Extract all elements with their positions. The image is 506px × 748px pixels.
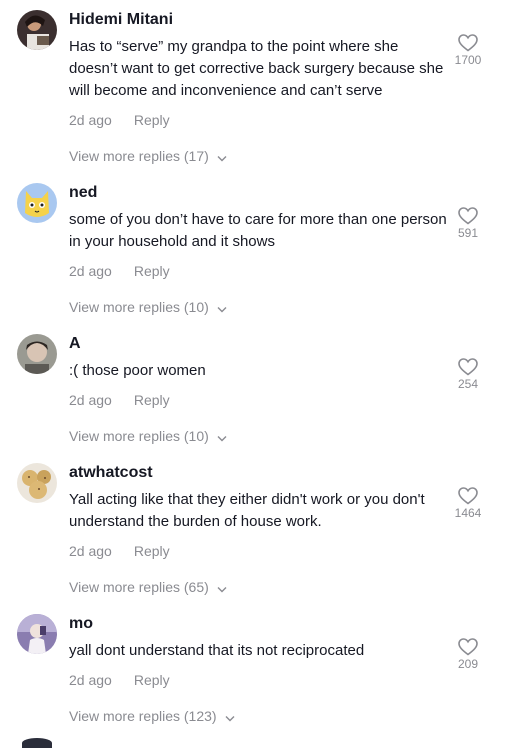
heart-outline-icon <box>458 358 478 376</box>
reply-button[interactable]: Reply <box>134 111 170 129</box>
view-more-replies-button[interactable]: View more replies (123) <box>69 707 235 726</box>
like-button[interactable]: 209 <box>440 638 496 671</box>
comment-username[interactable]: ned <box>69 183 97 203</box>
comment-meta: 2d ago Reply <box>69 262 170 280</box>
view-more-replies-label: View more replies (10) <box>69 428 209 444</box>
comment-timestamp: 2d ago <box>69 672 112 688</box>
reply-button[interactable]: Reply <box>134 262 170 280</box>
comment-text: yall dont understand that its not recipr… <box>69 642 365 659</box>
reply-button[interactable]: Reply <box>134 542 170 560</box>
like-button[interactable]: 1464 <box>440 487 496 520</box>
comment-username[interactable]: atwhatcost <box>69 463 153 483</box>
view-more-replies-label: View more replies (65) <box>69 579 209 595</box>
avatar[interactable] <box>17 334 57 374</box>
comment-timestamp: 2d ago <box>69 392 112 408</box>
view-more-replies-label: View more replies (10) <box>69 299 209 315</box>
comment-text: :( those poor women <box>69 362 206 379</box>
comment-meta: 2d ago Reply <box>69 111 170 129</box>
like-count: 209 <box>457 657 479 671</box>
view-more-replies-label: View more replies (123) <box>69 708 217 724</box>
like-button[interactable]: 254 <box>440 358 496 391</box>
reply-button[interactable]: Reply <box>134 671 170 689</box>
like-count: 591 <box>457 226 479 240</box>
avatar[interactable] <box>17 614 57 654</box>
like-button[interactable]: 591 <box>440 207 496 240</box>
comment-timestamp: 2d ago <box>69 263 112 279</box>
comment-text: Has to “serve” my grandpa to the point w… <box>69 38 444 99</box>
heart-outline-icon <box>458 487 478 505</box>
chevron-down-icon <box>225 708 235 726</box>
avatar[interactable] <box>17 463 57 503</box>
heart-outline-icon <box>458 638 478 656</box>
chevron-down-icon <box>217 428 227 446</box>
comment-username[interactable]: mo <box>69 614 93 634</box>
avatar[interactable] <box>22 738 52 748</box>
like-button[interactable]: 1700 <box>440 34 496 67</box>
comment-meta: 2d ago Reply <box>69 671 170 689</box>
view-more-replies-button[interactable]: View more replies (10) <box>69 427 227 446</box>
view-more-replies-button[interactable]: View more replies (17) <box>69 147 227 166</box>
view-more-replies-button[interactable]: View more replies (10) <box>69 298 227 317</box>
comment-text: some of you don’t have to care for more … <box>69 211 447 250</box>
avatar[interactable] <box>17 183 57 223</box>
heart-outline-icon <box>458 34 478 52</box>
view-more-replies-button[interactable]: View more replies (65) <box>69 578 227 597</box>
chevron-down-icon <box>217 148 227 166</box>
chevron-down-icon <box>217 299 227 317</box>
avatar[interactable] <box>17 10 57 50</box>
reply-button[interactable]: Reply <box>134 391 170 409</box>
comment-timestamp: 2d ago <box>69 112 112 128</box>
like-count: 254 <box>457 377 479 391</box>
comment-text: Yall acting like that they either didn't… <box>69 491 425 530</box>
heart-outline-icon <box>458 207 478 225</box>
comment-meta: 2d ago Reply <box>69 391 170 409</box>
like-count: 1700 <box>454 53 482 67</box>
chevron-down-icon <box>217 579 227 597</box>
comment-timestamp: 2d ago <box>69 543 112 559</box>
like-count: 1464 <box>454 506 482 520</box>
view-more-replies-label: View more replies (17) <box>69 148 209 164</box>
comment-meta: 2d ago Reply <box>69 542 170 560</box>
comment-username[interactable]: Hidemi Mitani <box>69 10 173 30</box>
comment-username[interactable]: A <box>69 334 81 354</box>
